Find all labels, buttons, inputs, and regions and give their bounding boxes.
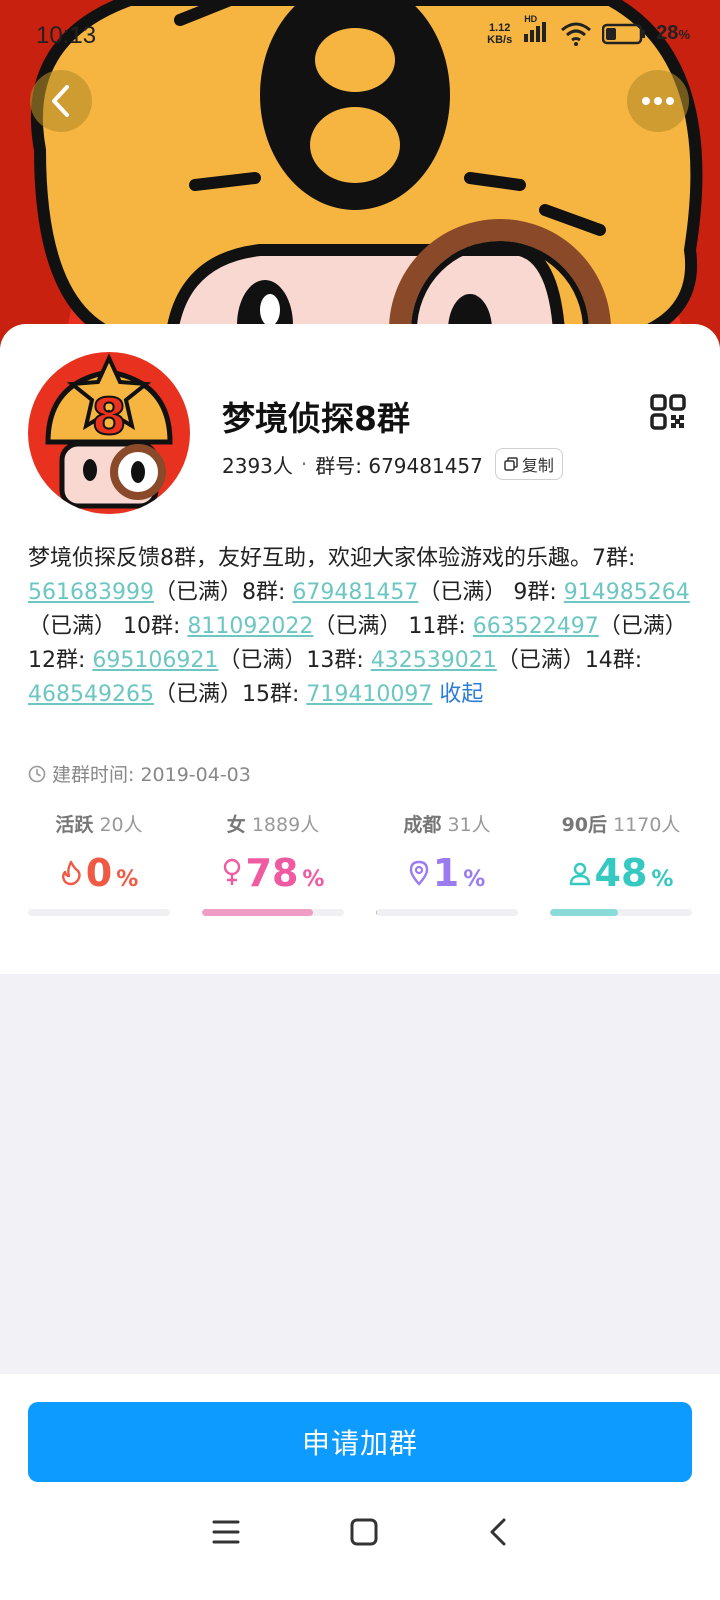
stat-female: 女 1889人 78% <box>202 810 344 916</box>
group-avatar[interactable]: 8 <box>28 352 190 514</box>
group-stats: 活跃 20人 0% 女 1889人 78% 成都 31人 1 % 90后 117… <box>28 810 692 916</box>
group-number-link[interactable]: 432539021 <box>371 648 497 673</box>
stat-value: 48% <box>550 851 692 895</box>
stat-age: 90后 1170人 48% <box>550 810 692 916</box>
wifi-icon <box>561 22 592 46</box>
stat-active: 活跃 20人 0% <box>28 810 170 916</box>
stat-value: 78% <box>202 851 344 895</box>
network-speed-unit: KB/s <box>487 33 513 46</box>
location-pin-icon <box>409 860 428 886</box>
menu-icon[interactable] <box>212 1519 240 1545</box>
stat-label: 活跃 20人 <box>55 814 143 836</box>
creation-date: 建群时间: 2019-04-03 <box>28 760 251 787</box>
battery-icon <box>602 23 646 44</box>
entry-status: （已满） <box>218 648 307 673</box>
signal-icon: HD <box>522 14 550 47</box>
status-bar: 10:13 1.12 KB/s HD 28% <box>0 14 720 54</box>
network-type-label: HD <box>524 14 538 24</box>
network-speed: 1.12 KB/s <box>487 22 512 46</box>
stat-label: 女 1889人 <box>226 814 320 836</box>
chevron-left-icon <box>52 85 69 117</box>
member-count: 2393人 <box>222 453 293 478</box>
entry-label: 10群: <box>123 614 188 639</box>
group-number-link[interactable]: 561683999 <box>28 580 154 605</box>
group-number-link[interactable]: 914985264 <box>564 580 690 605</box>
stat-progress-bar <box>202 909 344 916</box>
group-number-link[interactable]: 468549265 <box>28 682 154 707</box>
bottom-action-area: 申请加群 <box>0 1374 720 1600</box>
svg-text:8: 8 <box>92 388 127 446</box>
entry-label: 13群: <box>306 648 371 673</box>
female-icon <box>223 858 240 885</box>
back-button[interactable] <box>30 70 92 132</box>
group-name: 梦境侦探8群 <box>222 399 410 438</box>
separator-dot: · <box>300 452 308 476</box>
system-nav-bar <box>0 1492 720 1572</box>
entry-status: （已满） <box>153 682 242 707</box>
flame-icon <box>61 860 81 886</box>
clock-icon <box>28 765 46 782</box>
entry-status: （已满） <box>496 648 585 673</box>
copy-button[interactable]: 复制 <box>494 448 563 480</box>
back-nav-icon[interactable] <box>488 1517 508 1547</box>
group-meta: 2393人 · 群号: 679481457 复制 <box>222 448 563 480</box>
join-group-button[interactable]: 申请加群 <box>28 1402 692 1482</box>
collapse-link[interactable]: 收起 <box>439 682 483 707</box>
entry-label: 15群: <box>242 682 307 707</box>
description-intro: 梦境侦探反馈8群，友好互助，欢迎大家体验游戏的乐趣。 <box>28 546 592 571</box>
group-number-link[interactable]: 811092022 <box>187 614 313 639</box>
stat-progress-bar <box>376 909 518 916</box>
stat-progress-bar <box>550 909 692 916</box>
group-info-card: 8 梦境侦探8群 2393人 · 群号: 679481457 复制 梦境侦探反馈… <box>0 324 720 974</box>
copy-icon <box>504 457 518 471</box>
network-speed-value: 1.12 <box>488 21 511 34</box>
group-number-link[interactable]: 679481457 <box>292 580 418 605</box>
stat-label: 90后 1170人 <box>561 814 681 836</box>
status-icons: 1.12 KB/s HD 28% <box>487 14 690 47</box>
more-dots-icon <box>642 97 674 105</box>
stat-progress-bar <box>28 909 170 916</box>
status-time: 10:13 <box>36 22 97 49</box>
entry-status: （已满） <box>28 614 123 639</box>
copy-label: 复制 <box>521 456 554 475</box>
stat-value: 1% <box>376 851 518 895</box>
entry-status: （已满） <box>153 580 242 605</box>
entry-label: 11群: <box>408 614 473 639</box>
entry-status: （已满） <box>313 614 409 639</box>
group-id: 群号: 679481457 <box>315 453 483 478</box>
home-icon[interactable] <box>350 1518 378 1546</box>
more-options-button[interactable] <box>627 70 689 132</box>
group-number-link[interactable]: 663522497 <box>473 614 599 639</box>
creation-date-text: 建群时间: 2019-04-03 <box>52 764 251 786</box>
stat-progress-fill <box>376 909 378 916</box>
person-icon <box>569 862 590 886</box>
group-number-link[interactable]: 695106921 <box>92 648 218 673</box>
group-cover-image <box>0 0 720 360</box>
stat-city: 成都 31人 1% <box>376 810 518 916</box>
battery-percent: 28% <box>656 22 690 44</box>
group-description: 梦境侦探反馈8群，友好互助，欢迎大家体验游戏的乐趣。7群: 561683999（… <box>28 542 692 712</box>
entry-status: （已满） <box>418 580 514 605</box>
entry-label: 7群: <box>592 546 636 571</box>
stat-progress-fill <box>550 909 619 916</box>
stat-progress-fill <box>202 909 313 916</box>
qr-code-icon[interactable] <box>650 394 686 430</box>
group-number-link[interactable]: 719410097 <box>306 682 432 707</box>
stat-value: 0% <box>28 851 170 895</box>
entry-label: 14群: <box>584 648 643 673</box>
entry-label: 9群: <box>513 580 564 605</box>
entry-label: 12群: <box>28 648 93 673</box>
entry-label: 8群: <box>242 580 293 605</box>
entry-status: （已满） <box>598 614 687 639</box>
stat-label: 成都 31人 <box>403 814 491 836</box>
